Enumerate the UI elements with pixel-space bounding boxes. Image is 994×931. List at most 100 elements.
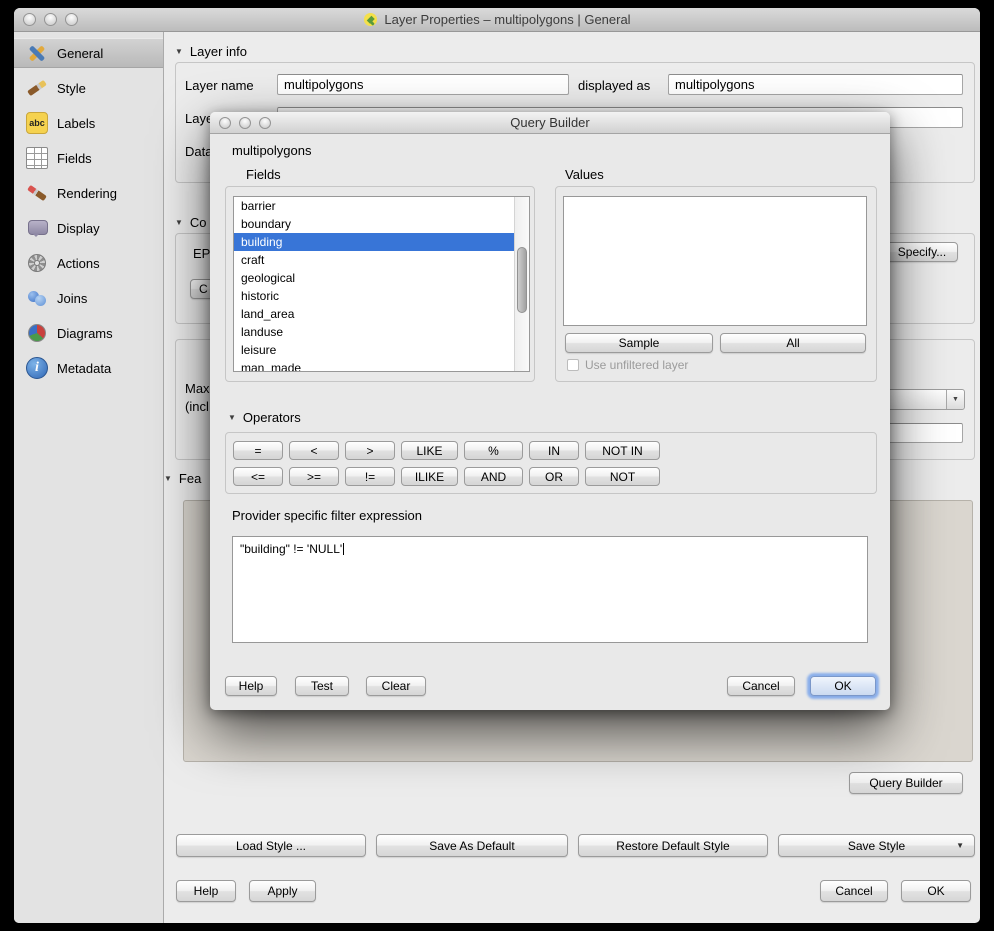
apply-button[interactable]: Apply — [249, 880, 316, 902]
style-icon — [26, 77, 48, 99]
diagrams-icon — [26, 322, 48, 344]
dialog-title: Query Builder — [510, 115, 589, 130]
values-list[interactable] — [563, 196, 867, 326]
use-unfiltered-label: Use unfiltered layer — [585, 358, 688, 372]
sidebar-item-rendering[interactable]: Rendering — [14, 178, 163, 208]
joins-icon — [26, 287, 48, 309]
minimize-button[interactable] — [44, 13, 57, 26]
sidebar-item-metadata[interactable]: Metadata — [14, 353, 163, 383]
dialog-clear-button[interactable]: Clear — [366, 676, 426, 696]
display-icon — [26, 217, 48, 239]
ok-button[interactable]: OK — [901, 880, 971, 902]
operator-button[interactable]: AND — [464, 467, 523, 486]
scrollbar-thumb[interactable] — [517, 247, 527, 313]
query-builder-dialog: Query Builder multipolygons Fields barri… — [210, 112, 890, 710]
section-header-operators[interactable]: ▼ Operators — [228, 410, 301, 425]
zoom-button[interactable] — [65, 13, 78, 26]
operators-header-label: Operators — [243, 410, 301, 425]
sidebar-item-actions[interactable]: Actions — [14, 248, 163, 278]
disclosure-triangle-icon: ▼ — [228, 413, 236, 422]
field-row[interactable]: barrier — [234, 197, 529, 215]
field-row[interactable]: building — [234, 233, 529, 251]
data-source-label: Data — [185, 144, 212, 159]
qgis-icon — [363, 12, 378, 27]
section-header-layer-info[interactable]: ▼ Layer info — [175, 44, 247, 59]
fields-list[interactable]: barrierboundarybuildingcraftgeologicalhi… — [233, 196, 530, 372]
cancel-button[interactable]: Cancel — [820, 880, 888, 902]
sidebar-item-display[interactable]: Display — [14, 213, 163, 243]
operator-button[interactable]: > — [345, 441, 395, 460]
layer-name-input[interactable] — [277, 74, 569, 95]
fields-scrollbar[interactable] — [514, 197, 529, 371]
rendering-icon — [26, 182, 48, 204]
operator-button[interactable]: <= — [233, 467, 283, 486]
operator-button[interactable]: NOT — [585, 467, 660, 486]
sample-button[interactable]: Sample — [565, 333, 713, 353]
operator-button[interactable]: ILIKE — [401, 467, 458, 486]
field-row[interactable]: historic — [234, 287, 529, 305]
window-controls — [23, 8, 78, 31]
operator-button[interactable]: NOT IN — [585, 441, 660, 460]
section-header-feature-subset[interactable]: ▼ Fea — [164, 471, 201, 486]
disclosure-triangle-icon: ▼ — [175, 47, 183, 56]
metadata-icon — [26, 357, 48, 379]
all-button[interactable]: All — [720, 333, 866, 353]
close-button[interactable] — [23, 13, 36, 26]
specify-button[interactable]: Specify... — [886, 242, 958, 262]
operator-button[interactable]: = — [233, 441, 283, 460]
field-row[interactable]: landuse — [234, 323, 529, 341]
general-icon — [26, 42, 48, 64]
help-button[interactable]: Help — [176, 880, 236, 902]
field-row[interactable]: craft — [234, 251, 529, 269]
dialog-titlebar[interactable]: Query Builder — [210, 112, 890, 134]
save-style-button[interactable]: Save Style ▼ — [778, 834, 975, 857]
filter-expression-label: Provider specific filter expression — [232, 508, 422, 523]
sidebar-item-joins[interactable]: Joins — [14, 283, 163, 313]
operator-button[interactable]: >= — [289, 467, 339, 486]
operator-button[interactable]: % — [464, 441, 523, 460]
dialog-help-button[interactable]: Help — [225, 676, 277, 696]
section-header-crs[interactable]: ▼ Co — [175, 215, 207, 230]
use-unfiltered-row: Use unfiltered layer — [567, 358, 688, 372]
filter-expression-text: "building" != 'NULL' — [240, 542, 342, 556]
field-row[interactable]: man_made — [234, 359, 529, 372]
field-row[interactable]: leisure — [234, 341, 529, 359]
use-unfiltered-checkbox[interactable] — [567, 359, 579, 371]
displayed-as-input[interactable] — [668, 74, 963, 95]
field-row[interactable]: boundary — [234, 215, 529, 233]
dialog-zoom-button[interactable] — [259, 117, 271, 129]
operator-button[interactable]: != — [345, 467, 395, 486]
save-as-default-button[interactable]: Save As Default — [376, 834, 568, 857]
load-style-button[interactable]: Load Style ... — [176, 834, 366, 857]
layer-info-header-label: Layer info — [190, 44, 247, 59]
window-titlebar[interactable]: Layer Properties – multipolygons | Gener… — [14, 8, 980, 32]
dialog-test-button[interactable]: Test — [295, 676, 349, 696]
combo-arrow-icon[interactable]: ▼ — [946, 390, 964, 409]
scale-incl-label: (incl — [185, 399, 209, 414]
window-title: Layer Properties – multipolygons | Gener… — [384, 12, 630, 27]
disclosure-triangle-icon: ▼ — [164, 474, 172, 483]
field-row[interactable]: geological — [234, 269, 529, 287]
restore-default-style-button[interactable]: Restore Default Style — [578, 834, 768, 857]
values-label: Values — [565, 167, 604, 182]
dialog-close-button[interactable] — [219, 117, 231, 129]
fields-icon — [26, 147, 48, 169]
sidebar-item-diagrams[interactable]: Diagrams — [14, 318, 163, 348]
operator-button[interactable]: OR — [529, 467, 579, 486]
save-style-label: Save Style — [848, 839, 905, 853]
operator-button[interactable]: < — [289, 441, 339, 460]
operator-button[interactable]: LIKE — [401, 441, 458, 460]
operator-button[interactable]: IN — [529, 441, 579, 460]
query-builder-button[interactable]: Query Builder — [849, 772, 963, 794]
sidebar-item-labels[interactable]: Labels — [14, 108, 163, 138]
sidebar-item-style[interactable]: Style — [14, 73, 163, 103]
dialog-cancel-button[interactable]: Cancel — [727, 676, 795, 696]
filter-expression-textarea[interactable]: "building" != 'NULL' — [232, 536, 868, 643]
sidebar-item-fields[interactable]: Fields — [14, 143, 163, 173]
sidebar-item-general[interactable]: General — [14, 38, 163, 68]
dialog-window-controls — [219, 112, 271, 133]
layer-source-label: Laye — [185, 111, 213, 126]
dialog-minimize-button[interactable] — [239, 117, 251, 129]
field-row[interactable]: land_area — [234, 305, 529, 323]
dialog-ok-button[interactable]: OK — [810, 676, 876, 696]
